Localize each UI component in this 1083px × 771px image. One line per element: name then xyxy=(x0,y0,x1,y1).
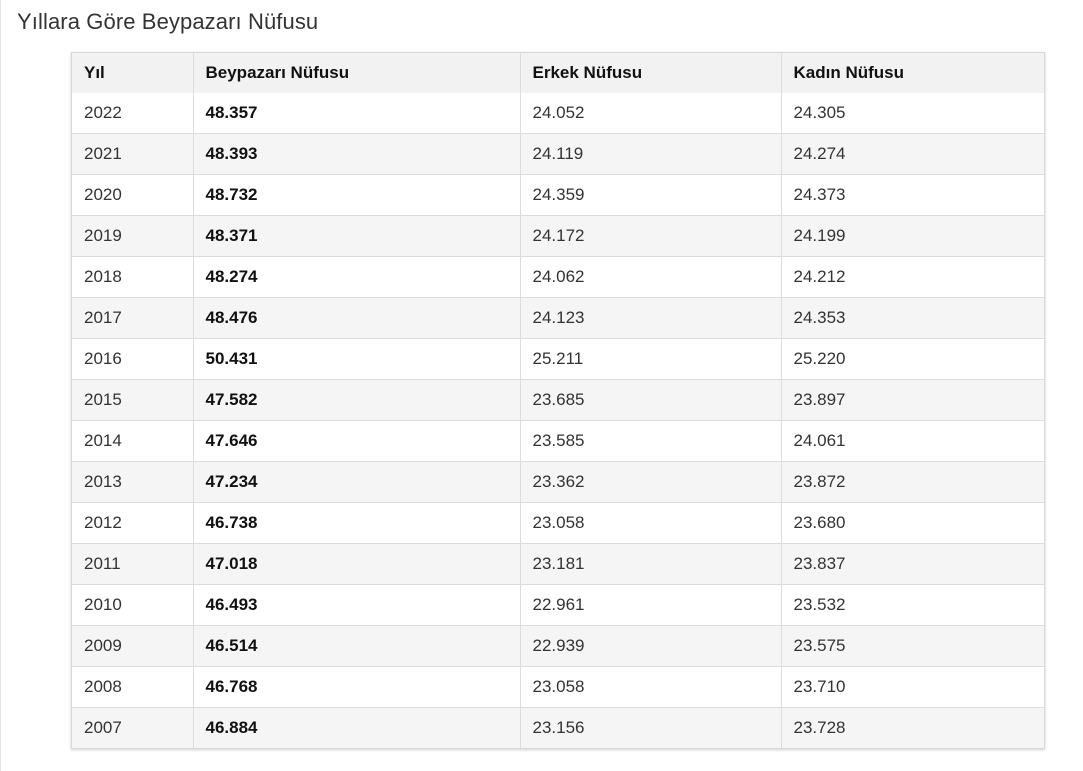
cell-male-population: 23.362 xyxy=(520,461,782,503)
cell-female-population: 23.897 xyxy=(781,379,1044,421)
column-header-total-population: Beypazarı Nüfusu xyxy=(193,53,521,93)
cell-year: 2015 xyxy=(72,379,194,421)
cell-female-population: 24.353 xyxy=(781,297,1044,339)
cell-total-population: 47.582 xyxy=(193,379,521,421)
table-row: 2009 46.514 22.939 23.575 xyxy=(72,625,1044,667)
cell-total-population: 46.493 xyxy=(193,584,521,626)
cell-total-population: 46.768 xyxy=(193,666,521,708)
cell-male-population: 23.058 xyxy=(520,502,782,544)
cell-female-population: 24.373 xyxy=(781,174,1044,216)
table-body: 2022 48.357 24.052 24.305 2021 48.393 24.119 24… xyxy=(72,93,1044,748)
cell-male-population: 24.062 xyxy=(520,256,782,298)
table-row: 2019 48.371 24.172 24.199 xyxy=(72,215,1044,257)
cell-total-population: 47.234 xyxy=(193,461,521,503)
cell-year: 2012 xyxy=(72,502,194,544)
cell-year: 2018 xyxy=(72,256,194,298)
cell-year: 2008 xyxy=(72,666,194,708)
table-row: 2017 48.476 24.123 24.353 xyxy=(72,297,1044,339)
cell-male-population: 23.058 xyxy=(520,666,782,708)
cell-female-population: 25.220 xyxy=(781,338,1044,380)
cell-year: 2010 xyxy=(72,584,194,626)
cell-total-population: 47.018 xyxy=(193,543,521,585)
cell-year: 2007 xyxy=(72,707,194,748)
cell-female-population: 23.872 xyxy=(781,461,1044,503)
cell-female-population: 24.305 xyxy=(793,103,846,122)
cell-male-population: 22.961 xyxy=(520,584,782,626)
cell-year: 2016 xyxy=(72,338,194,380)
page-title: Yıllara Göre Beypazarı Nüfusu xyxy=(17,9,319,34)
cell-female-population: 23.728 xyxy=(781,707,1044,748)
cell-female-population: 23.575 xyxy=(781,625,1044,667)
cell-male-population: 25.211 xyxy=(520,338,782,380)
table-row: 2021 48.393 24.119 24.274 xyxy=(72,133,1044,175)
cell-male-population: 24.359 xyxy=(520,174,782,216)
cell-male-population: 23.156 xyxy=(520,707,782,748)
cell-total-population: 46.738 xyxy=(193,502,521,544)
table-row: 2020 48.732 24.359 24.373 xyxy=(72,174,1044,216)
population-table-container: Yıl Beypazarı Nüfusu Erkek Nüfusu Kadın … xyxy=(71,52,1045,749)
cell-female-population: 24.212 xyxy=(781,256,1044,298)
table-row: 2016 50.431 25.211 25.220 xyxy=(72,338,1044,380)
cell-total-population: 48.732 xyxy=(193,174,521,216)
cell-year: 2011 xyxy=(72,543,194,585)
cell-male-population: 23.181 xyxy=(520,543,782,585)
cell-female-population: 23.837 xyxy=(781,543,1044,585)
cell-total-population: 48.274 xyxy=(193,256,521,298)
cell-year: 2014 xyxy=(72,420,194,462)
cell-total-population: 48.393 xyxy=(193,133,521,175)
cell-year: 2009 xyxy=(72,625,194,667)
cell-male-population: 23.585 xyxy=(520,420,782,462)
cell-male-population: 22.939 xyxy=(520,625,782,667)
table-row: 2018 48.274 24.062 24.212 xyxy=(72,256,1044,298)
cell-female-population: 24.274 xyxy=(781,133,1044,175)
cell-male-population: 24.052 xyxy=(520,93,782,134)
cell-total-population: 48.357 xyxy=(193,93,521,134)
cell-female-population: 24.061 xyxy=(781,420,1044,462)
column-header-male-population: Erkek Nüfusu xyxy=(520,53,782,93)
population-table: Yıl Beypazarı Nüfusu Erkek Nüfusu Kadın … xyxy=(72,53,1044,748)
table-header-row: Yıl Beypazarı Nüfusu Erkek Nüfusu Kadın … xyxy=(72,53,1044,93)
cell-total-population: 48.476 xyxy=(193,297,521,339)
cell-year: 2013 xyxy=(72,461,194,503)
table-row: 2014 47.646 23.585 24.061 xyxy=(72,420,1044,462)
cell-total-population: 46.884 xyxy=(193,707,521,748)
cell-year: 2022 xyxy=(72,93,194,134)
cell-total-population: 50.431 xyxy=(193,338,521,380)
cell-male-population: 24.123 xyxy=(520,297,782,339)
table-row: 2010 46.493 22.961 23.532 xyxy=(72,584,1044,626)
cell-year: 2020 xyxy=(72,174,194,216)
table-row: 2013 47.234 23.362 23.872 xyxy=(72,461,1044,503)
cell-male-population: 24.119 xyxy=(520,133,782,175)
table-row: 2011 47.018 23.181 23.837 xyxy=(72,543,1044,585)
cell-male-population: 23.685 xyxy=(520,379,782,421)
table-row: 2012 46.738 23.058 23.680 xyxy=(72,502,1044,544)
cell-year: 2017 xyxy=(72,297,194,339)
cell-female-population: 23.680 xyxy=(781,502,1044,544)
table-row: 2008 46.768 23.058 23.710 xyxy=(72,666,1044,708)
table-row: 2022 48.357 24.052 24.305 xyxy=(72,93,1044,134)
cell-male-population: 24.172 xyxy=(520,215,782,257)
cell-year: 2019 xyxy=(72,215,194,257)
cell-total-population: 46.514 xyxy=(193,625,521,667)
cell-female-population: 24.199 xyxy=(781,215,1044,257)
column-header-year: Yıl xyxy=(72,53,194,93)
table-row: 2015 47.582 23.685 23.897 xyxy=(72,379,1044,421)
cell-female-population: 23.532 xyxy=(781,584,1044,626)
cell-total-population: 47.646 xyxy=(193,420,521,462)
cell-year: 2021 xyxy=(72,133,194,175)
cell-total-population: 48.371 xyxy=(193,215,521,257)
cell-female-population: 23.710 xyxy=(781,666,1044,708)
table-row: 2007 46.884 23.156 23.728 xyxy=(72,707,1044,748)
column-header-female-population: Kadın Nüfusu xyxy=(781,53,1044,93)
